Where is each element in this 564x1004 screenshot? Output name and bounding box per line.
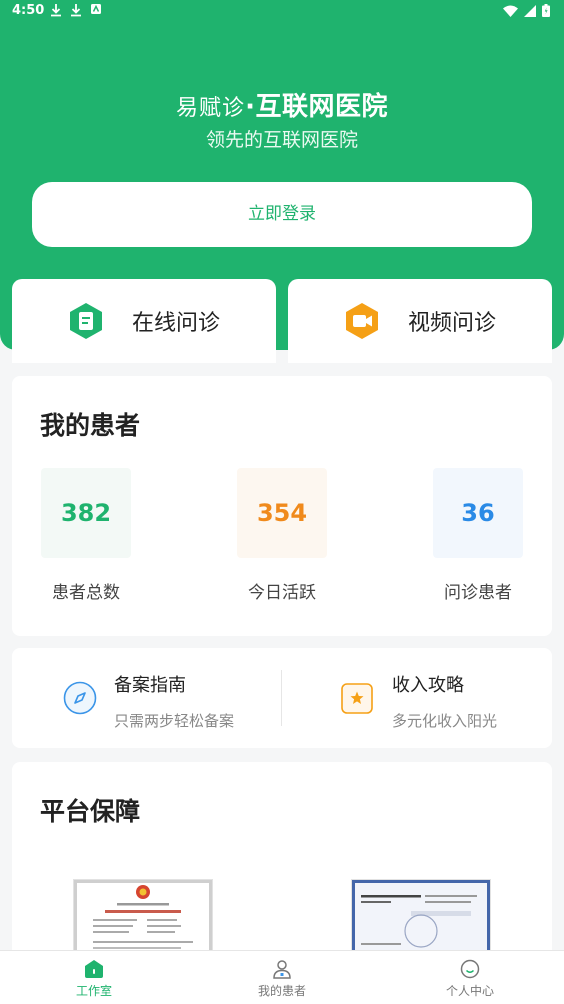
login-button[interactable]: 立即登录 — [32, 182, 532, 247]
slogan: 领先的互联网医院 — [205, 129, 358, 151]
my-patients-title: 我的患者 — [40, 411, 141, 440]
my-patients-card: 我的患者 382 患者总数 354 今日活跃 36 问诊患者 — [12, 376, 552, 636]
home-icon — [85, 960, 103, 978]
signal-icon — [524, 4, 536, 17]
stat-consult-patients-label: 问诊患者 — [444, 583, 512, 603]
smile-icon — [460, 959, 480, 979]
tab-workspace-label: 工作室 — [75, 984, 112, 998]
platform-title: 平台保障 — [40, 797, 141, 826]
status-system-icons — [503, 4, 550, 17]
online-consult-card[interactable]: 在线问诊 — [12, 279, 276, 363]
document-icon — [69, 303, 102, 339]
filing-guide-subtitle: 只需两步轻松备案 — [114, 712, 235, 730]
video-consult-card[interactable]: 视频问诊 — [288, 279, 552, 363]
download-icon — [71, 4, 81, 17]
download-icon — [51, 4, 61, 17]
income-guide-title: 收入攻略 — [392, 675, 464, 696]
compass-icon — [63, 681, 97, 715]
status-notifications — [50, 3, 102, 17]
tab-personal-center[interactable]: 个人中心 — [376, 951, 564, 1004]
brand-title: 易赋诊·互联网医院 — [0, 86, 564, 123]
platform-card: 平台保障 — [12, 762, 552, 980]
tab-personal-center-label: 个人中心 — [445, 984, 494, 998]
stat-active-today[interactable]: 354 — [237, 468, 327, 558]
income-guide-item[interactable]: 收入攻略 多元化收入阳光 — [282, 648, 552, 748]
app-notification-icon — [91, 4, 101, 14]
stat-total-patients-label: 患者总数 — [52, 583, 120, 603]
battery-icon — [542, 4, 550, 17]
stat-active-today-label: 今日活跃 — [248, 583, 316, 603]
guides-card: 备案指南 只需两步轻松备案 收入攻略 多元化收入阳光 — [12, 648, 552, 748]
status-bar: 4:50 — [0, 0, 564, 24]
filing-guide-item[interactable]: 备案指南 只需两步轻松备案 — [12, 648, 282, 748]
income-guide-subtitle: 多元化收入阳光 — [392, 712, 498, 730]
video-camera-icon — [345, 303, 378, 339]
tab-workspace[interactable]: 工作室 — [0, 951, 188, 1004]
star-badge-icon — [341, 683, 373, 714]
status-time: 4:50 — [12, 3, 45, 18]
patient-icon — [273, 960, 291, 979]
video-consult-label: 视频问诊 — [407, 311, 496, 336]
tab-my-patients-label: 我的患者 — [257, 984, 306, 998]
wifi-icon — [503, 5, 518, 17]
stat-consult-patients[interactable]: 36 — [433, 468, 523, 558]
bottom-tab-bar: 工作室 我的患者 个人中心 — [0, 950, 564, 1004]
tab-my-patients[interactable]: 我的患者 — [188, 951, 376, 1004]
stat-total-patients[interactable]: 382 — [41, 468, 131, 558]
brand-name: ·互联网医院 — [245, 92, 388, 122]
brand-logo: 易赋诊 — [176, 96, 246, 121]
online-consult-label: 在线问诊 — [131, 311, 220, 336]
filing-guide-title: 备案指南 — [114, 675, 186, 696]
